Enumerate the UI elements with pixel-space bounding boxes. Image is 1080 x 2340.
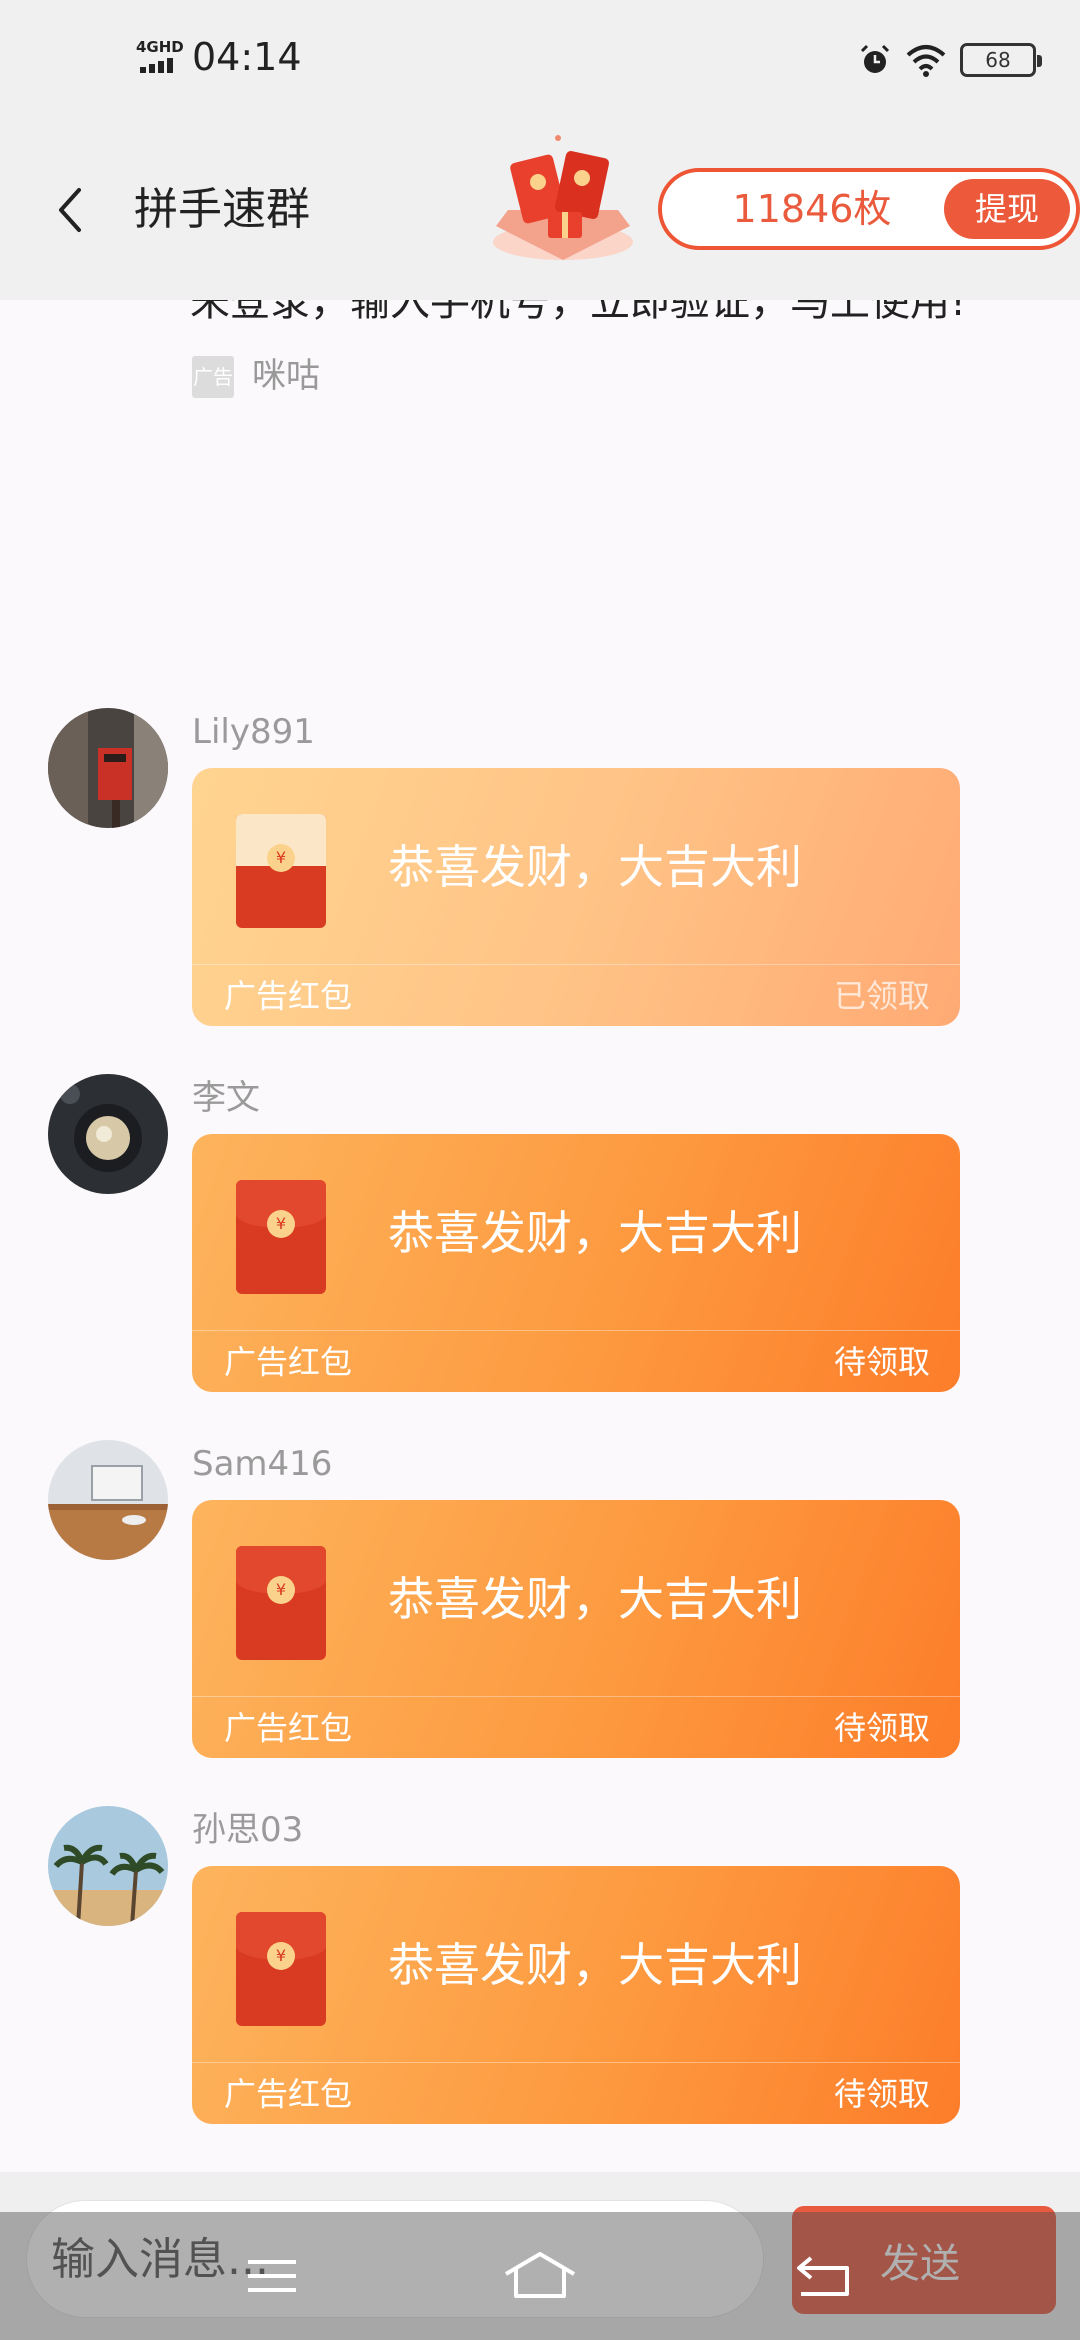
divider [192, 964, 960, 965]
message-item: 李文 ¥ 恭喜发财，大吉大利 广告红包 待领取 [0, 1074, 1080, 1394]
sender-name: Sam416 [192, 1444, 333, 1484]
red-packet-card[interactable]: ¥ 恭喜发财，大吉大利 广告红包 待领取 [192, 1500, 960, 1758]
cellular-signal-icon: 4GHD [136, 40, 188, 74]
packet-type-label: 广告红包 [224, 1709, 353, 1747]
packet-greeting: 恭喜发财，大吉大利 [388, 1938, 802, 1992]
message-item: Sam416 ¥ 恭喜发财，大吉大利 广告红包 待领取 [0, 1440, 1080, 1760]
red-envelope-icon: ¥ [236, 1546, 326, 1660]
sender-name: 孙思03 [192, 1810, 304, 1850]
red-packet-card[interactable]: ¥ 恭喜发财，大吉大利 广告红包 已领取 [192, 768, 960, 1026]
status-bar: 4GHD 04:14 68 [0, 0, 1080, 120]
back-button[interactable] [40, 180, 100, 240]
packet-type-label: 广告红包 [224, 2075, 353, 2113]
packet-greeting: 恭喜发财，大吉大利 [388, 1206, 802, 1260]
divider [192, 1696, 960, 1697]
page-title: 拼手速群 [134, 184, 310, 235]
network-type: 4GHD [136, 38, 184, 56]
packet-status: 已领取 [833, 977, 930, 1015]
title-bar: 拼手速群 11846枚 提现 [0, 120, 1080, 300]
battery-level: 68 [985, 48, 1011, 72]
red-envelope-icon: ¥ [236, 1180, 326, 1294]
send-button[interactable]: 发送 [792, 2206, 1056, 2314]
message-item: Lily891 ¥ 恭喜发财，大吉大利 广告红包 已领取 [0, 708, 1080, 1028]
packet-greeting: 恭喜发财，大吉大利 [388, 1572, 802, 1626]
packet-status: 待领取 [833, 2075, 930, 2113]
red-envelope-icon[interactable] [478, 130, 648, 280]
packet-type-label: 广告红包 [224, 977, 353, 1015]
coin-count: 11846枚 [732, 187, 892, 231]
chevron-left-icon [59, 188, 81, 232]
wifi-icon [906, 45, 946, 77]
ad-badge: 广告 [192, 356, 234, 398]
sender-name: 李文 [192, 1078, 260, 1118]
battery-icon: 68 [960, 43, 1042, 77]
red-envelope-icon: ¥ [236, 814, 326, 928]
red-packet-card[interactable]: ¥ 恭喜发财，大吉大利 广告红包 待领取 [192, 1134, 960, 1392]
sender-name: Lily891 [192, 712, 315, 752]
avatar[interactable] [48, 708, 168, 828]
packet-status: 待领取 [833, 1343, 930, 1381]
avatar[interactable] [48, 1806, 168, 1926]
packet-status: 待领取 [833, 1709, 930, 1747]
red-packet-card[interactable]: ¥ 恭喜发财，大吉大利 广告红包 待领取 [192, 1866, 960, 2124]
red-envelope-icon: ¥ [236, 1912, 326, 2026]
avatar[interactable] [48, 1440, 168, 1560]
avatar[interactable] [48, 1074, 168, 1194]
alarm-icon [860, 44, 890, 73]
packet-greeting: 恭喜发财，大吉大利 [388, 840, 802, 894]
withdraw-button[interactable]: 提现 [944, 179, 1070, 239]
message-composer: 发送 [0, 2172, 1080, 2340]
divider [192, 2062, 960, 2063]
message-item: 孙思03 ¥ 恭喜发财，大吉大利 广告红包 待领取 [0, 1806, 1080, 2126]
message-input[interactable] [26, 2200, 764, 2318]
ad-source: 咪咕 [252, 356, 320, 396]
packet-type-label: 广告红包 [224, 1343, 353, 1381]
divider [192, 1330, 960, 1331]
coin-balance[interactable]: 11846枚 提现 [658, 168, 1080, 250]
status-time: 04:14 [192, 35, 302, 79]
